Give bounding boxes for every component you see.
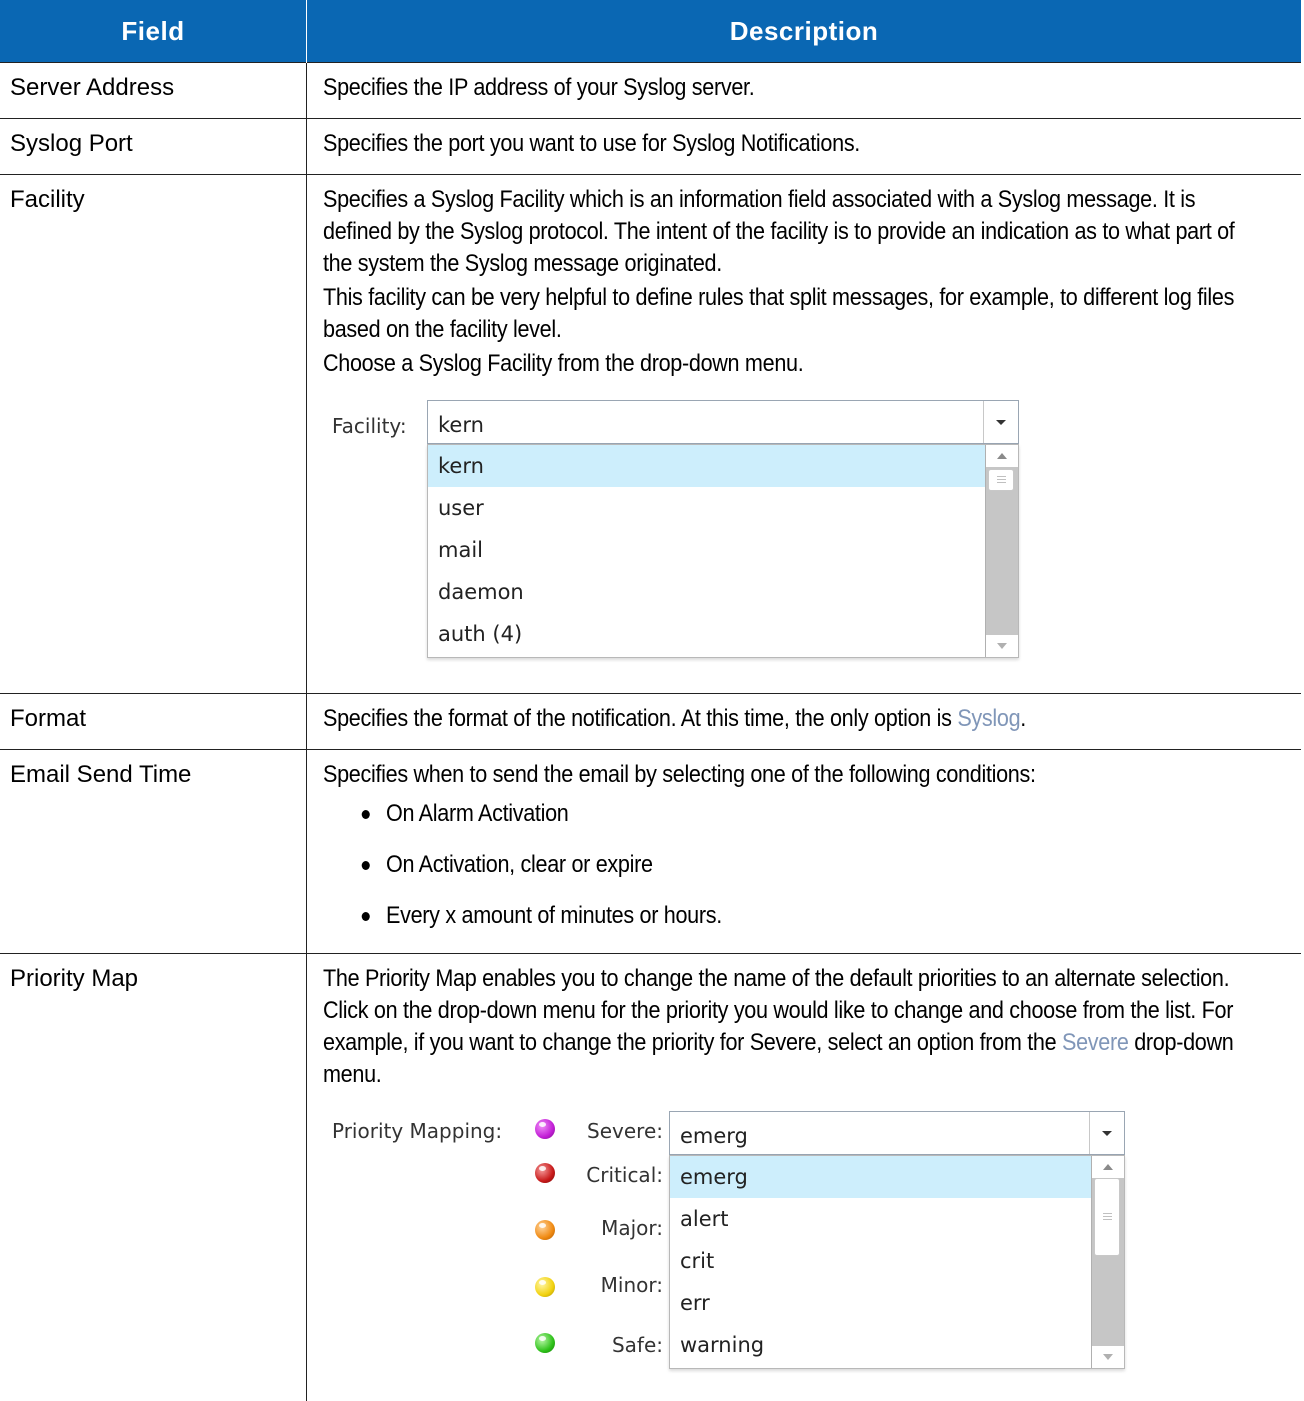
scrollbar-thumb[interactable] xyxy=(988,469,1014,491)
field-description: Specifies the port you want to use for S… xyxy=(307,119,1302,175)
severe-status-icon xyxy=(535,1119,555,1139)
facility-paragraph-1: Specifies a Syslog Facility which is an … xyxy=(323,184,1260,280)
field-description: Specifies a Syslog Facility which is an … xyxy=(307,175,1302,694)
table-row: Email Send Time Specifies when to send t… xyxy=(0,750,1301,954)
facility-options-list: kern user mail daemon auth (4) xyxy=(427,444,1019,658)
priority-label-critical: Critical: xyxy=(563,1159,663,1191)
severe-priority-select[interactable]: emerg xyxy=(669,1111,1125,1155)
priority-label-safe: Safe: xyxy=(563,1329,663,1361)
scroll-down-icon[interactable] xyxy=(1092,1346,1124,1368)
priority-option[interactable]: emerg xyxy=(670,1156,1092,1198)
facility-label: Facility: xyxy=(332,410,407,442)
field-name: Email Send Time xyxy=(0,750,307,954)
chevron-down-icon[interactable] xyxy=(983,401,1018,443)
list-item: Every x amount of minutes or hours. xyxy=(323,898,1260,949)
table-header-row: Field Description xyxy=(0,0,1301,63)
facility-select[interactable]: kern xyxy=(427,400,1019,444)
facility-dropdown-screenshot: Facility: kern kern user mail daemon aut… xyxy=(323,400,1287,662)
priority-option[interactable]: err xyxy=(670,1282,710,1324)
minor-status-icon xyxy=(535,1277,555,1297)
field-description: The Priority Map enables you to change t… xyxy=(307,954,1302,1401)
priority-label-minor: Minor: xyxy=(563,1269,663,1301)
facility-paragraph-3: Choose a Syslog Facility from the drop-d… xyxy=(323,348,1260,380)
severe-link[interactable]: Severe xyxy=(1062,1029,1129,1056)
list-item: On Activation, clear or expire xyxy=(323,847,1260,898)
field-column-header: Field xyxy=(0,0,307,63)
priority-label-severe: Severe: xyxy=(563,1115,663,1147)
facility-option[interactable]: mail xyxy=(428,529,483,571)
field-description: Specifies when to send the email by sele… xyxy=(307,750,1302,954)
table-row: Facility Specifies a Syslog Facility whi… xyxy=(0,175,1301,694)
field-name: Format xyxy=(0,694,307,750)
field-table: Field Description Server Address Specifi… xyxy=(0,0,1301,1401)
table-row: Priority Map The Priority Map enables yo… xyxy=(0,954,1301,1401)
field-description-document: Field Description Server Address Specifi… xyxy=(0,0,1304,1401)
list-item: On Alarm Activation xyxy=(323,796,1260,847)
facility-option[interactable]: auth (4) xyxy=(428,613,522,655)
priority-mapping-label: Priority Mapping: xyxy=(332,1115,502,1147)
field-name: Syslog Port xyxy=(0,119,307,175)
critical-status-icon xyxy=(535,1163,555,1183)
safe-status-icon xyxy=(535,1333,555,1353)
facility-scrollbar[interactable] xyxy=(985,445,1018,657)
field-description: Specifies the IP address of your Syslog … xyxy=(307,63,1302,119)
scrollbar-thumb[interactable] xyxy=(1094,1178,1120,1256)
priority-options-list: emerg alert crit err warning xyxy=(669,1155,1125,1369)
send-time-conditions-list: On Alarm Activation On Activation, clear… xyxy=(323,796,1260,949)
priority-label-major: Major: xyxy=(563,1212,663,1244)
facility-paragraph-2: This facility can be very helpful to def… xyxy=(323,282,1260,346)
scroll-down-icon[interactable] xyxy=(986,635,1018,657)
facility-option[interactable]: daemon xyxy=(428,571,524,613)
priority-option[interactable]: alert xyxy=(670,1198,729,1240)
syslog-link[interactable]: Syslog xyxy=(957,705,1020,732)
table-row: Format Specifies the format of the notif… xyxy=(0,694,1301,750)
table-row: Syslog Port Specifies the port you want … xyxy=(0,119,1301,175)
priority-mapping-screenshot: Priority Mapping: Severe: Critical: Majo… xyxy=(323,1111,1287,1401)
field-description: Specifies the format of the notification… xyxy=(307,694,1302,750)
table-row: Server Address Specifies the IP address … xyxy=(0,63,1301,119)
priority-option[interactable]: warning xyxy=(670,1324,764,1366)
field-name: Priority Map xyxy=(0,954,307,1401)
priority-scrollbar[interactable] xyxy=(1091,1156,1124,1368)
major-status-icon xyxy=(535,1220,555,1240)
priority-option[interactable]: crit xyxy=(670,1240,714,1282)
scroll-up-icon[interactable] xyxy=(986,445,1018,467)
description-column-header: Description xyxy=(307,0,1302,63)
severe-selected-value: emerg xyxy=(680,1120,748,1152)
facility-option[interactable]: user xyxy=(428,487,484,529)
facility-selected-value: kern xyxy=(438,409,484,441)
field-name: Server Address xyxy=(0,63,307,119)
chevron-down-icon[interactable] xyxy=(1089,1112,1124,1154)
field-name: Facility xyxy=(0,175,307,694)
scroll-up-icon[interactable] xyxy=(1092,1156,1124,1178)
facility-option[interactable]: kern xyxy=(428,445,986,487)
